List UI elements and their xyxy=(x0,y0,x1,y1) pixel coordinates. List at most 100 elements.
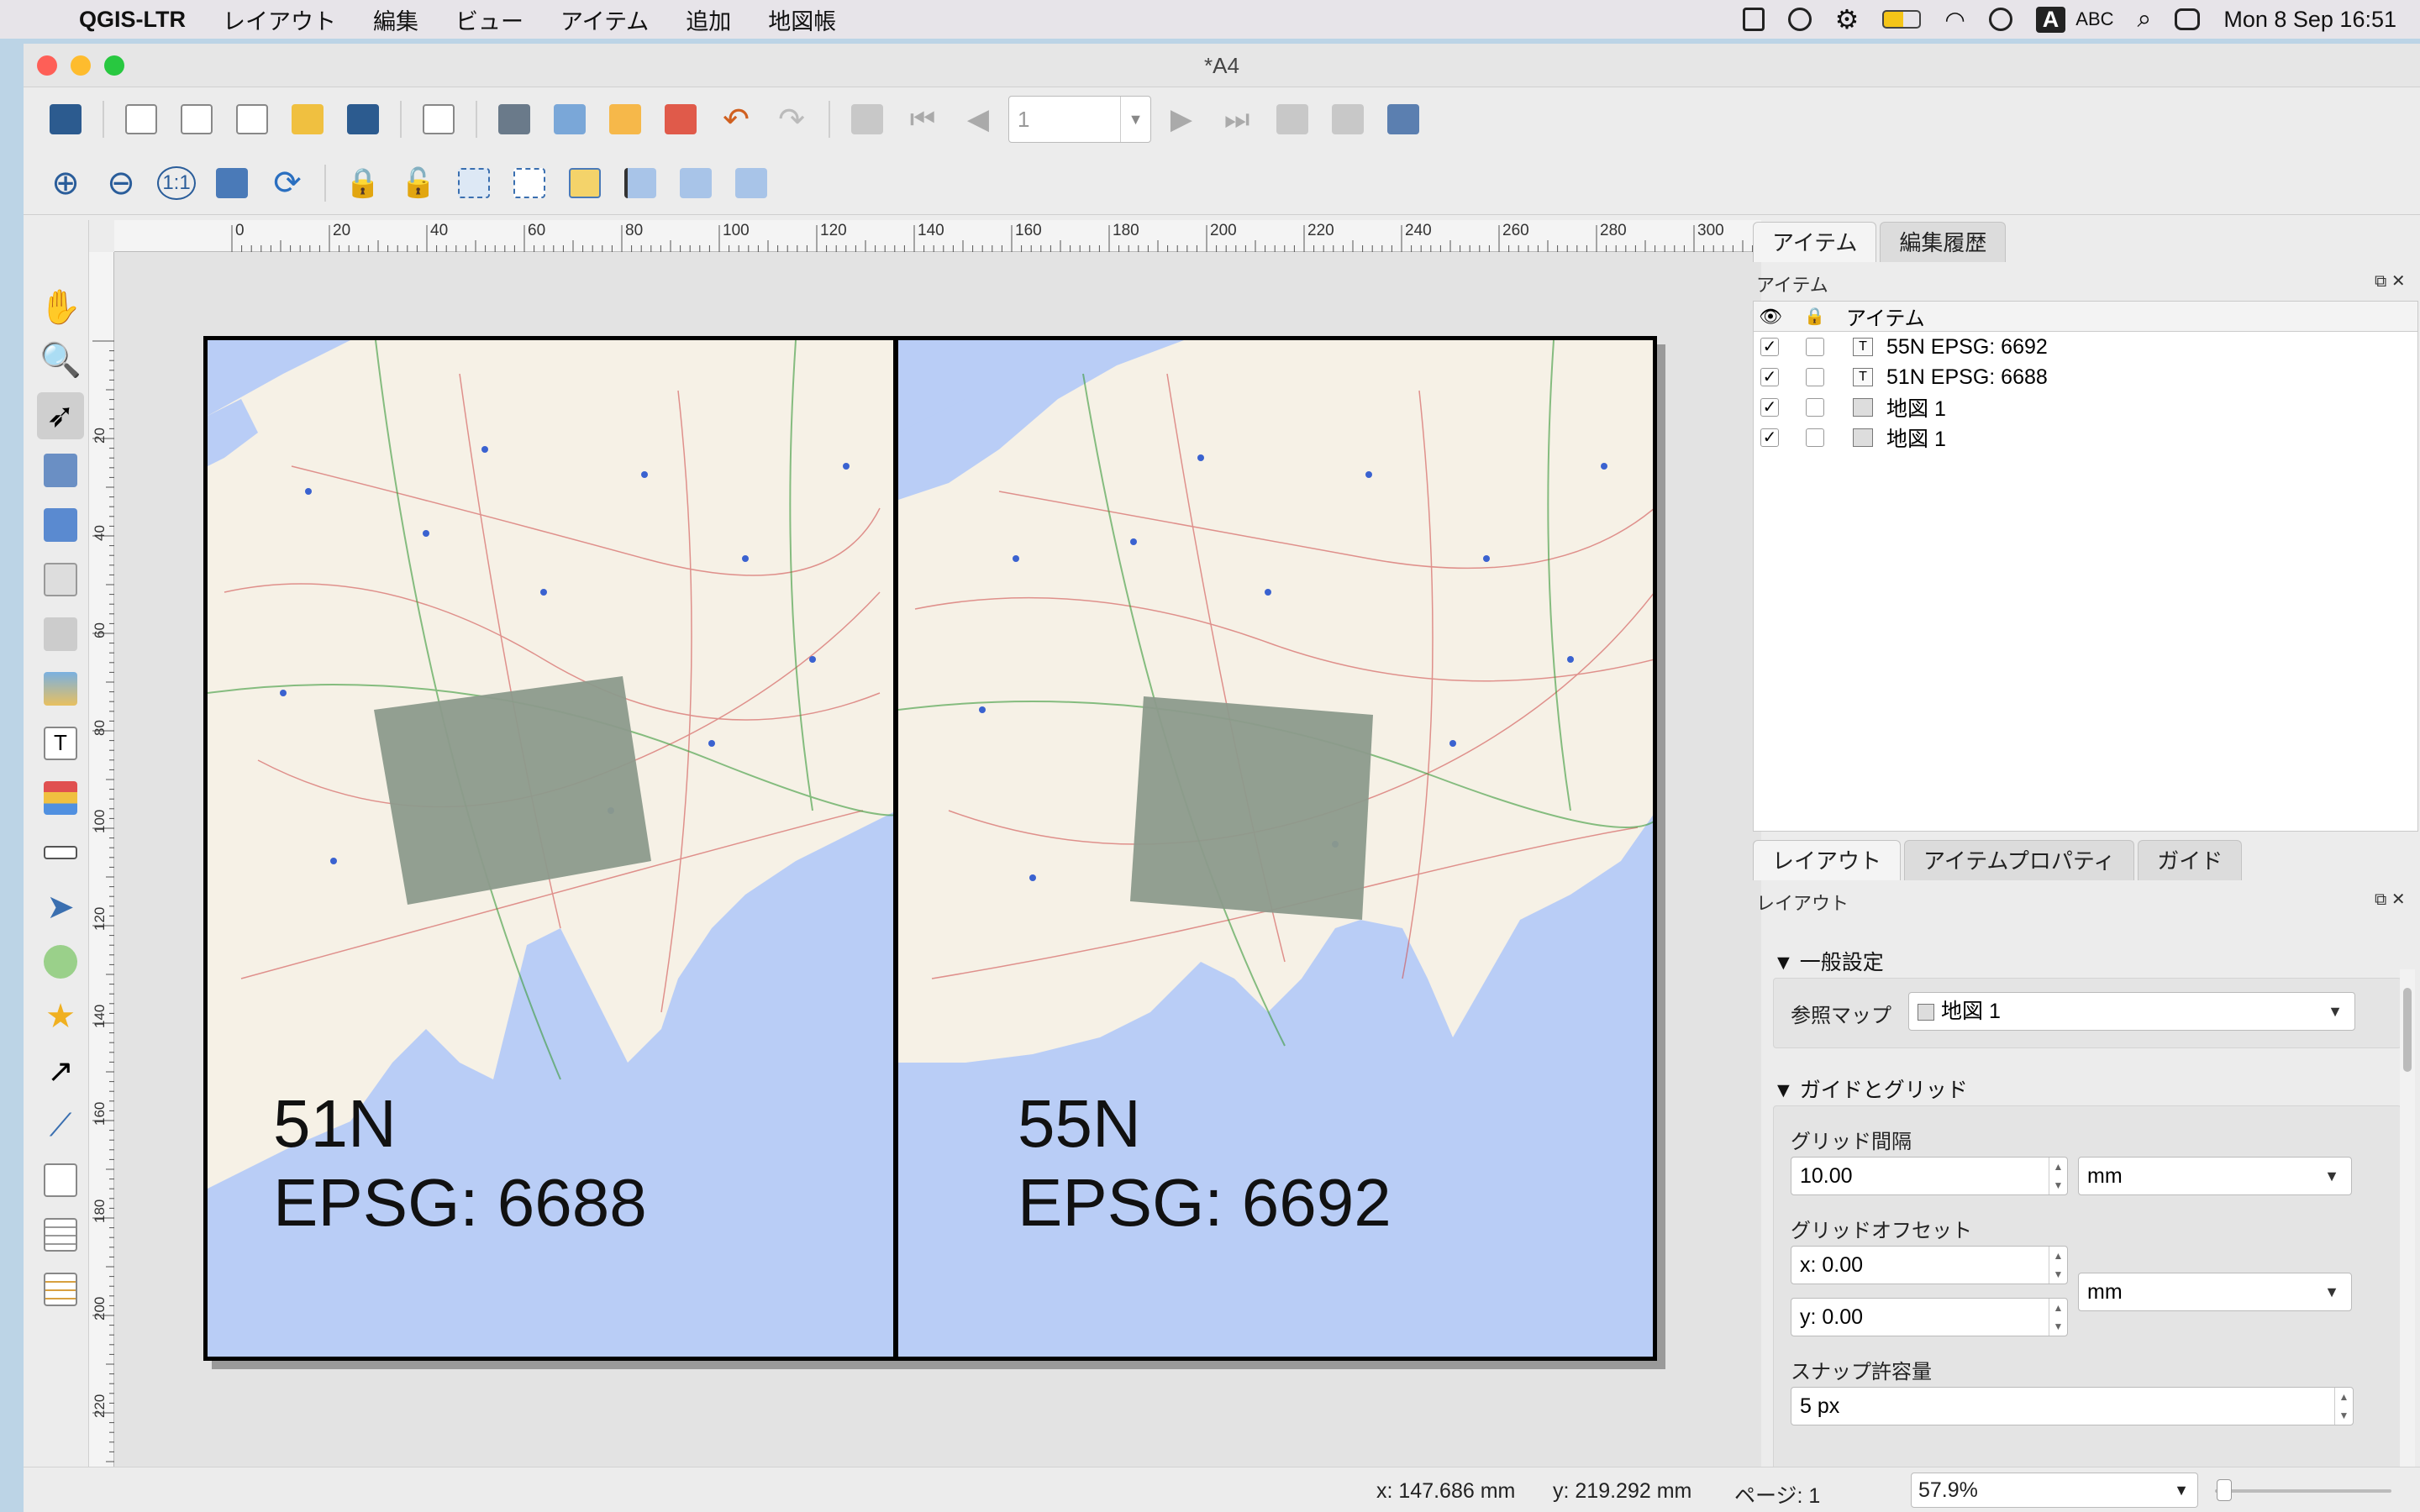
map-item-right[interactable]: 55N EPSG: 6692 xyxy=(894,336,1657,1361)
open-template-button[interactable] xyxy=(282,94,333,144)
spinbox-arrows-icon[interactable]: ▲ ▼ xyxy=(2049,1299,2067,1336)
spinbox-arrows-icon[interactable]: ▲ ▼ xyxy=(2049,1158,2067,1194)
add-attribute-table-tool[interactable] xyxy=(37,1211,84,1258)
grid-spacing-unit-combo[interactable]: mm ▼ xyxy=(2078,1157,2352,1195)
item-row[interactable]: ✓ T 51N EPSG: 6688 xyxy=(1754,362,2417,392)
lock-checkbox[interactable] xyxy=(1806,398,1824,417)
zoom-100-button[interactable]: 1:1 xyxy=(151,158,202,208)
map-item-left[interactable]: 51N EPSG: 6688 xyxy=(203,336,897,1361)
battery-icon[interactable] xyxy=(1882,10,1922,29)
zoom-out-button[interactable]: ⊖ xyxy=(96,158,146,208)
lock-items-button[interactable]: 🔒 xyxy=(338,158,388,208)
layout-canvas[interactable]: 51N EPSG: 6688 55N EPSG: 6692 xyxy=(114,252,1761,1504)
prev-feature-button[interactable]: ◀ xyxy=(953,94,1003,144)
undo-button[interactable]: ↶ xyxy=(711,94,761,144)
lock-checkbox[interactable] xyxy=(1806,338,1824,356)
tab-undo-history[interactable]: 編集履歴 xyxy=(1880,222,2007,262)
menu-add[interactable]: 追加 xyxy=(686,3,731,36)
menu-atlas[interactable]: 地図帳 xyxy=(768,3,836,36)
item-row[interactable]: ✓ 地図 1 xyxy=(1754,423,2417,453)
add-map-tool[interactable] xyxy=(37,556,84,603)
label-51n-line2[interactable]: EPSG: 6688 xyxy=(273,1163,647,1242)
print-button[interactable] xyxy=(489,94,539,144)
zoom-in-button[interactable]: ⊕ xyxy=(40,158,91,208)
visibility-checkbox[interactable]: ✓ xyxy=(1760,398,1779,417)
grid-offset-unit-combo[interactable]: mm ▼ xyxy=(2078,1273,2352,1311)
next-feature-button[interactable]: ▶ xyxy=(1156,94,1207,144)
scrollbar-thumb[interactable] xyxy=(2403,988,2412,1072)
grid-spacing-input[interactable]: 10.00 ▲ ▼ xyxy=(1791,1157,2068,1195)
redo-button[interactable]: ↷ xyxy=(766,94,817,144)
app-menu[interactable]: QGIS-LTR xyxy=(79,7,186,33)
export-pdf-button[interactable] xyxy=(655,94,706,144)
atlas-page-combo[interactable]: 1 ▼ xyxy=(1008,96,1151,143)
general-section-header[interactable]: ▼ 一般設定 xyxy=(1773,946,1884,976)
visibility-checkbox[interactable]: ✓ xyxy=(1760,428,1779,447)
layout-manager-button[interactable] xyxy=(227,94,277,144)
zoom-full-button[interactable] xyxy=(207,158,257,208)
user-icon[interactable] xyxy=(1988,8,2012,31)
add-shape-tool[interactable] xyxy=(37,938,84,985)
zoom-combo[interactable]: 57.9% ▼ xyxy=(1911,1473,2198,1508)
pan-tool[interactable]: ✋ xyxy=(37,283,84,330)
close-window-button[interactable] xyxy=(37,55,57,76)
item-row[interactable]: ✓ T 55N EPSG: 6692 xyxy=(1754,332,2417,362)
add-html-tool[interactable] xyxy=(37,1157,84,1204)
group-button[interactable] xyxy=(449,158,499,208)
vertical-ruler[interactable]: 20 40 60 80 100 120 140 160 180 200 220 xyxy=(89,252,114,1512)
items-tree[interactable]: 👁 🔒 アイテム ✓ T 55N EPSG: 6692 ✓ T 51N EPSG… xyxy=(1753,301,2418,832)
export-atlas-button[interactable] xyxy=(1323,94,1373,144)
spinbox-arrows-icon[interactable]: ▲ ▼ xyxy=(2334,1388,2353,1425)
a4-page[interactable]: 51N EPSG: 6688 55N EPSG: 6692 xyxy=(203,336,1657,1361)
input-source-label[interactable]: ABC xyxy=(2075,8,2113,30)
zoom-slider[interactable] xyxy=(2215,1489,2391,1493)
distribute-button[interactable] xyxy=(671,158,721,208)
new-layout-button[interactable] xyxy=(116,94,166,144)
export-image-button[interactable] xyxy=(544,94,595,144)
snap-tolerance-input[interactable]: 5 px ▲ ▼ xyxy=(1791,1387,2354,1425)
wifi-icon[interactable]: ◠ xyxy=(1944,6,1965,34)
print-atlas-button[interactable] xyxy=(1267,94,1318,144)
add-marker-tool[interactable]: ★ xyxy=(37,993,84,1040)
visibility-checkbox[interactable]: ✓ xyxy=(1760,338,1779,356)
export-svg-button[interactable] xyxy=(600,94,650,144)
zoom-slider-knob[interactable] xyxy=(2217,1479,2232,1501)
label-55n-line2[interactable]: EPSG: 6692 xyxy=(1018,1163,1392,1242)
menu-layout[interactable]: レイアウト xyxy=(223,3,336,36)
tab-guides[interactable]: ガイド xyxy=(2138,840,2243,880)
add-scalebar-tool[interactable] xyxy=(37,829,84,876)
control-center-icon[interactable] xyxy=(2175,8,2201,30)
resize-button[interactable] xyxy=(726,158,776,208)
zoom-window-button[interactable] xyxy=(104,55,124,76)
horizontal-ruler[interactable]: 0 20 40 60 80 100 120 140 160 180 200 220 240 260 280 3… xyxy=(114,220,1761,252)
atlas-settings-button[interactable] xyxy=(1378,94,1428,144)
first-feature-button[interactable]: ⏮ xyxy=(897,94,948,144)
move-content-tool[interactable] xyxy=(37,447,84,494)
tab-layout[interactable]: レイアウト xyxy=(1753,840,1902,880)
add-arrow-tool[interactable]: ↗ xyxy=(37,1047,84,1095)
input-mode-badge[interactable]: A xyxy=(2035,6,2066,33)
zoom-tool[interactable]: 🔍 xyxy=(37,336,84,383)
save-template-button[interactable] xyxy=(338,94,388,144)
refresh-button[interactable]: ⟳ xyxy=(262,158,313,208)
panel-float-close-icons[interactable]: ⧉ ✕ xyxy=(2375,270,2406,291)
select-tool[interactable]: ➶ xyxy=(37,392,84,439)
add-polyline-tool[interactable]: ⟋ xyxy=(37,1102,84,1149)
layout-panel-scrollbar[interactable] xyxy=(2400,969,2415,1467)
menu-item[interactable]: アイテム xyxy=(560,3,649,36)
grid-offset-y-input[interactable]: y: 0.00 ▲ ▼ xyxy=(1791,1298,2068,1336)
search-icon[interactable]: ⌕ xyxy=(2138,5,2152,34)
item-row[interactable]: ✓ 地図 1 xyxy=(1754,392,2417,423)
visibility-checkbox[interactable]: ✓ xyxy=(1760,368,1779,386)
gear-status-icon[interactable]: ⚙ xyxy=(1835,3,1860,35)
last-feature-button[interactable]: ⏭ xyxy=(1212,94,1262,144)
edit-nodes-tool[interactable] xyxy=(37,501,84,549)
add-page-button[interactable] xyxy=(413,94,464,144)
align-left-button[interactable] xyxy=(615,158,666,208)
unlock-items-button[interactable]: 🔓 xyxy=(393,158,444,208)
minimize-window-button[interactable] xyxy=(71,55,91,76)
menu-edit[interactable]: 編集 xyxy=(373,3,418,36)
ungroup-button[interactable] xyxy=(504,158,555,208)
label-51n-line1[interactable]: 51N xyxy=(273,1084,397,1163)
add-picture-tool[interactable] xyxy=(37,665,84,712)
